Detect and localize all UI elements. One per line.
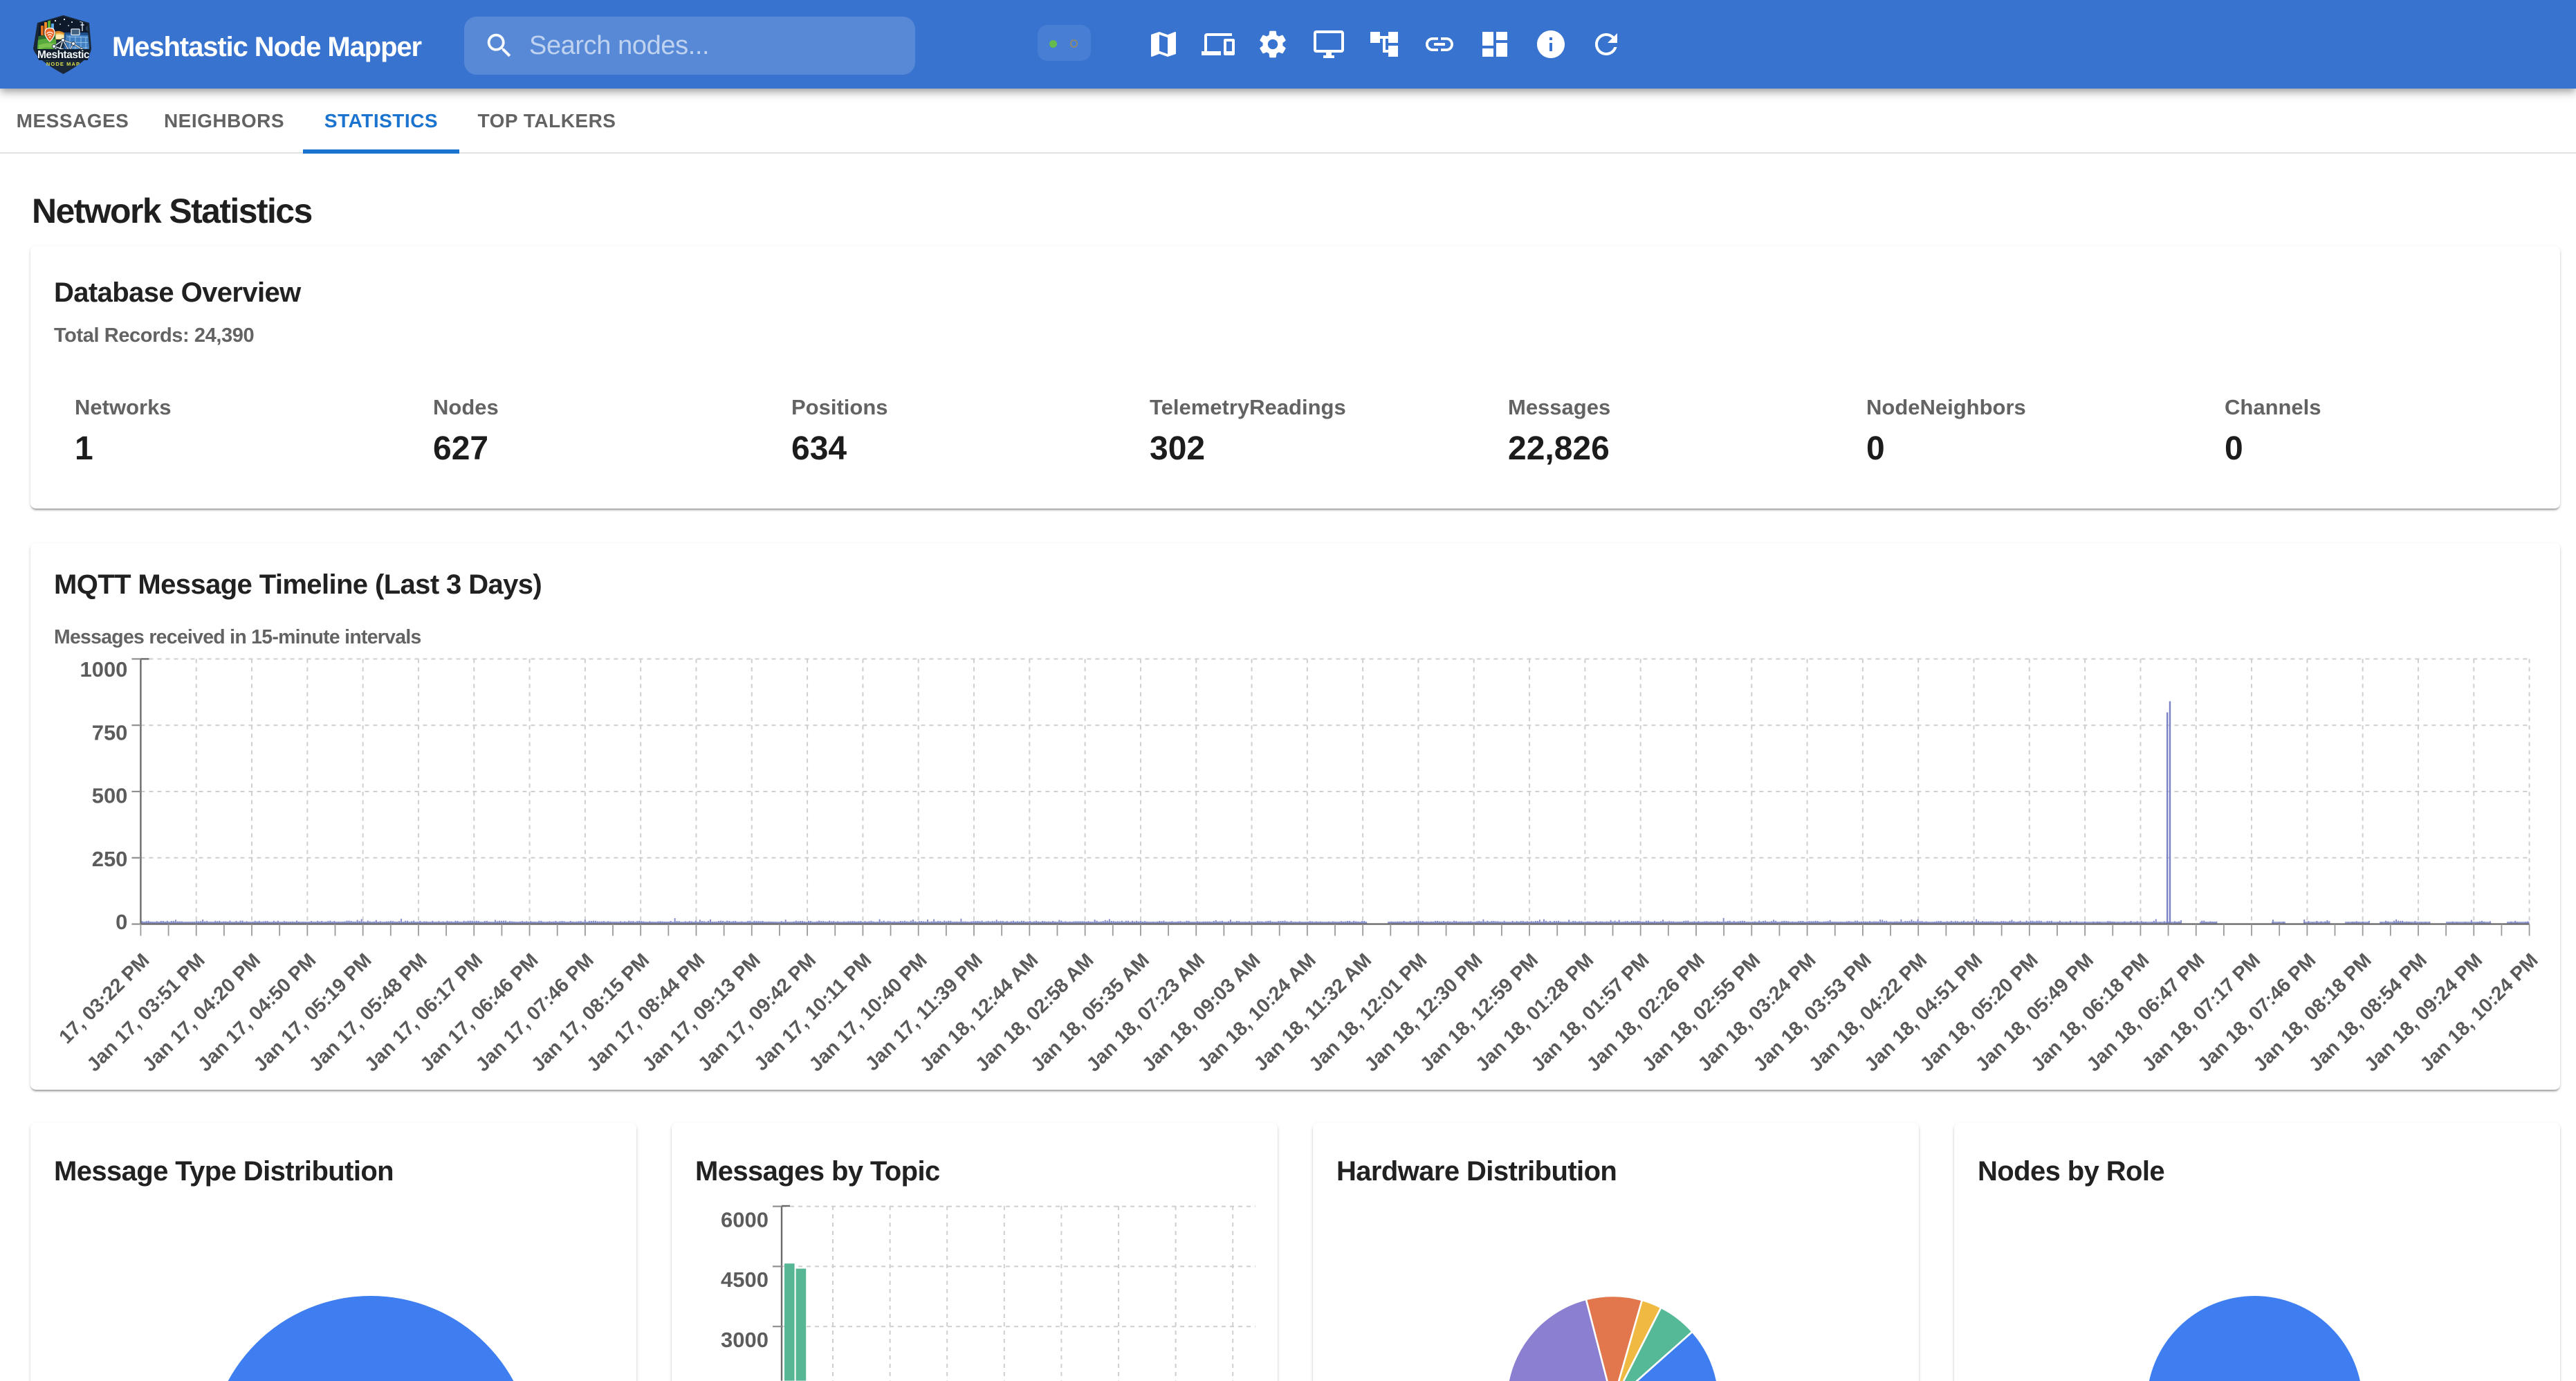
svg-text:500: 500 <box>92 784 128 808</box>
svg-text:3000: 3000 <box>721 1328 769 1352</box>
svg-text:6000: 6000 <box>721 1208 769 1232</box>
svg-text:1000: 1000 <box>80 657 127 682</box>
svg-text:NODE MAP: NODE MAP <box>46 61 80 67</box>
svg-text:250: 250 <box>92 847 128 871</box>
svg-text:Meshtastic: Meshtastic <box>37 49 90 61</box>
svg-text:750: 750 <box>92 721 128 745</box>
svg-text:0: 0 <box>116 911 127 935</box>
svg-text:4500: 4500 <box>721 1268 769 1292</box>
